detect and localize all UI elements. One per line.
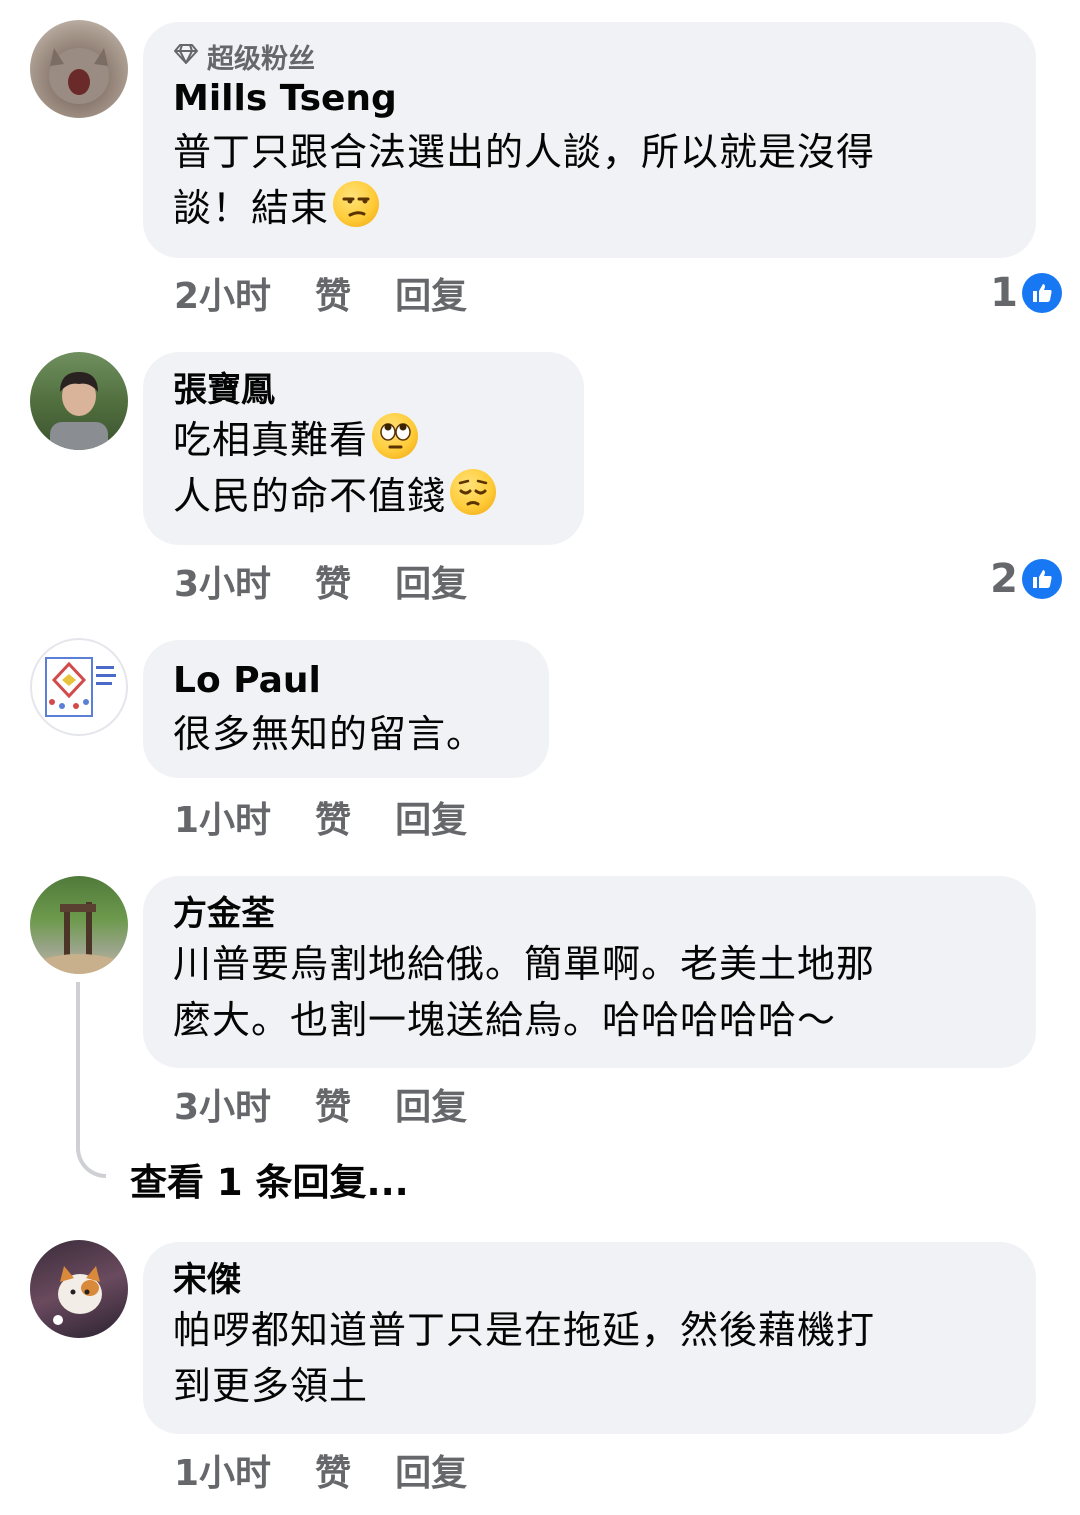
comment-text-line: 帕啰都知道普丁只是在拖延，然後藉機打: [173, 1308, 876, 1352]
like-button[interactable]: 赞: [315, 267, 351, 319]
like-count: 2: [990, 556, 1018, 602]
reaction-count[interactable]: 1: [990, 268, 1062, 318]
comment-bubble: 宋傑 帕啰都知道普丁只是在拖延，然後藉機打 到更多領土: [143, 1242, 1036, 1434]
comment-text-line: 普丁只跟合法選出的人談，所以就是沒得: [173, 130, 876, 174]
comment-text-line: 談！結束: [173, 180, 1006, 236]
comment-time[interactable]: 1小时: [174, 1444, 271, 1496]
comment-bubble: 方金荃 川普要烏割地給俄。簡單啊。老美土地那 麼大。也割一塊送給烏。哈哈哈哈哈～: [143, 876, 1036, 1068]
like-count: 1: [990, 270, 1018, 316]
thumbs-up-icon: [1022, 273, 1062, 313]
like-button[interactable]: 赞: [315, 791, 351, 843]
reply-thread-line: [76, 982, 106, 1178]
top-fan-badge: 超级粉丝: [173, 38, 1006, 75]
comment-time[interactable]: 2小时: [174, 267, 271, 319]
comment-author[interactable]: 方金荃: [173, 892, 1006, 936]
pensive-face-emoji-icon: [450, 469, 497, 515]
unamused-face-emoji-icon: [333, 181, 380, 227]
comment-text-line: 川普要烏割地給俄。簡單啊。老美土地那: [173, 942, 876, 986]
comment-text-line: 很多無知的留言。: [173, 712, 486, 756]
comment-time[interactable]: 3小时: [174, 555, 271, 607]
reply-button[interactable]: 回复: [395, 555, 467, 607]
comment-text-line: 麼大。也割一塊送給烏。哈哈哈哈哈～: [173, 998, 837, 1042]
comment-bubble: 超级粉丝 Mills Tseng 普丁只跟合法選出的人談，所以就是沒得 談！結束: [143, 22, 1036, 258]
reply-button[interactable]: 回复: [395, 267, 467, 319]
reply-button[interactable]: 回复: [395, 1444, 467, 1496]
avatar-fang-jinquan[interactable]: [30, 876, 128, 974]
comment-text-line: 人民的命不值錢: [173, 468, 554, 524]
comment-author[interactable]: 宋傑: [173, 1258, 1006, 1302]
like-button[interactable]: 赞: [315, 1444, 351, 1496]
comment-text-line: 到更多領土: [173, 1364, 369, 1408]
comment-time[interactable]: 3小时: [174, 1078, 271, 1130]
comment-author[interactable]: Lo Paul: [173, 656, 519, 706]
thumbs-up-icon: [1022, 559, 1062, 599]
diamond-icon: [173, 41, 199, 72]
avatar-lo-paul[interactable]: [30, 638, 128, 736]
comment-time[interactable]: 1小时: [174, 791, 271, 843]
comment-text-line: 吃相真難看: [173, 412, 554, 468]
comment-bubble: 張寶鳳 吃相真難看 人民的命不值錢: [143, 352, 584, 545]
comment-text-segment: 談！結束: [173, 186, 330, 230]
like-button[interactable]: 赞: [315, 1078, 351, 1130]
like-button[interactable]: 赞: [315, 555, 351, 607]
view-replies-link[interactable]: 查看 1 条回复...: [130, 1152, 409, 1206]
reply-button[interactable]: 回复: [395, 1078, 467, 1130]
badge-label: 超级粉丝: [207, 43, 315, 75]
avatar-mills-tseng[interactable]: [30, 20, 128, 118]
comment-author[interactable]: 張寶鳳: [173, 368, 554, 412]
comment-author[interactable]: Mills Tseng: [173, 74, 1006, 124]
avatar-zhang-baofeng[interactable]: [30, 352, 128, 450]
reaction-count[interactable]: 2: [990, 554, 1062, 604]
comment-text-segment: 吃相真難看: [173, 418, 369, 462]
reply-button[interactable]: 回复: [395, 791, 467, 843]
comment-bubble: Lo Paul 很多無知的留言。: [143, 640, 549, 778]
eye-roll-emoji-icon: [372, 413, 419, 459]
avatar-song-jie[interactable]: [30, 1240, 128, 1338]
comment-actions: 3小时 赞 回复: [174, 556, 511, 606]
comment-actions: 2小时 赞 回复: [174, 268, 511, 318]
comment-actions: 3小时 赞 回复: [174, 1079, 511, 1129]
comment-actions: 1小时 赞 回复: [174, 792, 511, 842]
comment-text-segment: 人民的命不值錢: [173, 474, 447, 518]
comment-actions: 1小时 赞 回复: [174, 1445, 511, 1495]
